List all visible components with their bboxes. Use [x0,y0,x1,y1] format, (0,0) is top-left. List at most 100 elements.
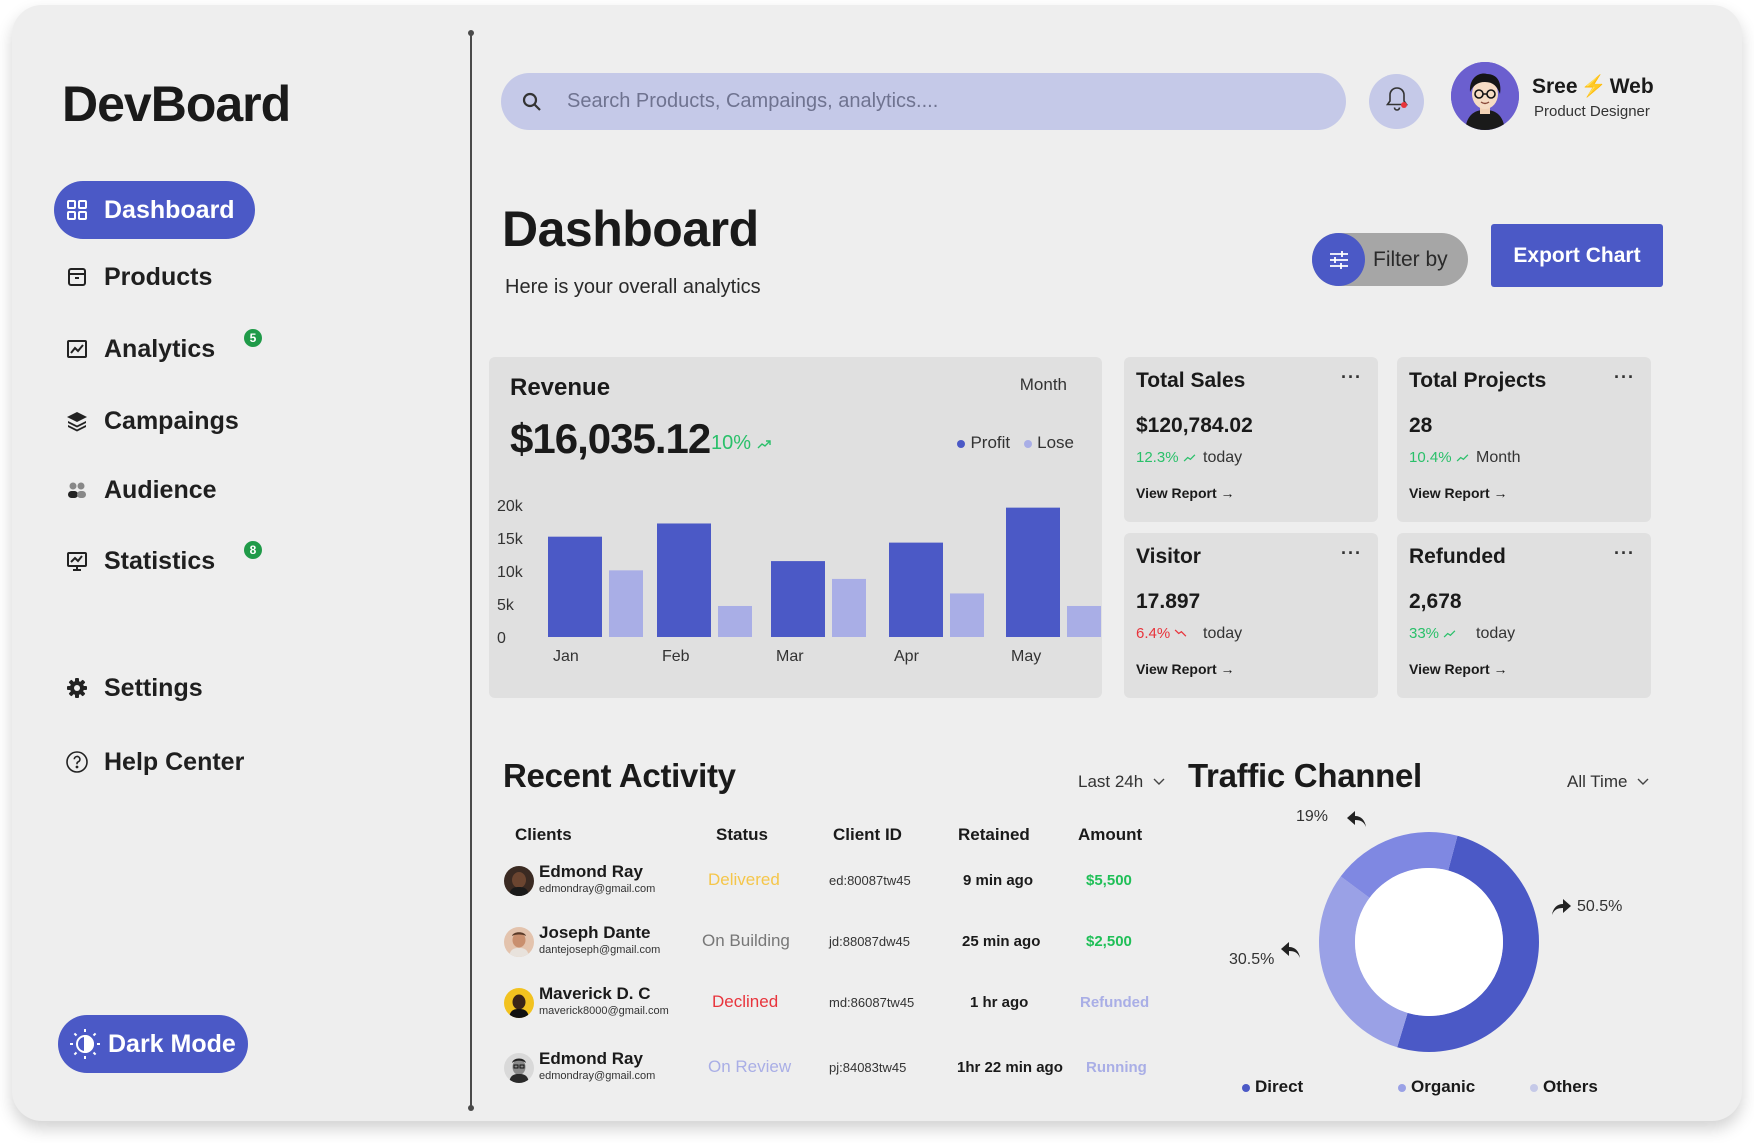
stat-period: today [1203,449,1243,466]
arrow-return-icon [1347,811,1366,827]
y-tick-label: 10k [497,564,524,581]
traffic-donut-chart [1319,832,1540,1053]
legend-direct: Direct [1242,1077,1303,1097]
sidebar-item-campaings[interactable]: Campaings [54,392,259,450]
grid-icon [64,197,90,223]
client-name: Joseph Dante [539,923,651,942]
bar-profit-feb[interactable] [657,523,711,637]
bar-lose-jan[interactable] [609,570,643,637]
revenue-card: Revenue Month $16,035.12 10% Profit Lose… [489,357,1102,698]
more-icon[interactable]: ··· [1341,543,1362,564]
sidebar-item-label: Audience [104,475,217,504]
bar-lose-apr[interactable] [950,593,984,637]
column-header-client-id: Client ID [833,825,902,844]
status-badge: On Building [702,931,790,950]
client-name: Maverick D. C [539,984,651,1003]
table-row[interactable]: Joseph Dante dantejoseph@gmail.com On Bu… [502,919,1152,969]
image-chart-icon [64,336,90,362]
view-report-link[interactable]: View Report → [1136,661,1235,677]
sidebar-item-label: Dashboard [104,195,235,224]
view-report-link[interactable]: View Report → [1136,485,1235,501]
view-report-link[interactable]: View Report → [1409,485,1508,501]
legend-others: Others [1530,1077,1598,1097]
trend-up-icon [1456,454,1469,462]
amount-value: Running [1086,1059,1147,1076]
stat-change: 12.3% [1136,449,1196,466]
users-icon [64,477,90,503]
status-badge: Declined [712,992,779,1011]
stat-card-total-sales: Total Sales ··· $120,784.02 12.3% today … [1124,357,1378,522]
amount-value: Refunded [1080,994,1150,1011]
sidebar-item-settings[interactable]: Settings [54,659,223,717]
sidebar-item-products[interactable]: Products [54,248,232,306]
column-header-amount: Amount [1078,825,1143,844]
avatar [504,988,534,1018]
sidebar-item-dashboard[interactable]: Dashboard [54,181,255,239]
organic-percent: 30.5% [1229,951,1275,968]
retained-time: 1 hr ago [970,994,1029,1011]
activity-range-select[interactable]: Last 24h [1078,772,1165,792]
stat-title: Refunded [1409,545,1506,568]
search-bar[interactable] [501,73,1346,130]
revenue-bar-chart: 0 5k 10k 15k 20k Jan Feb Mar Apr May [497,498,1101,665]
sliders-icon [1312,233,1365,286]
stat-title: Total Projects [1409,369,1547,392]
table-row[interactable]: Edmond Ray edmondray@gmail.com On Review… [502,1045,1152,1095]
bar-profit-may[interactable] [1006,507,1060,637]
page-title: Dashboard [502,201,759,257]
recent-activity-title: Recent Activity [503,757,736,794]
table-row[interactable]: Maverick D. C maverick8000@gmail.com Dec… [502,980,1152,1030]
bar-profit-mar[interactable] [771,561,825,637]
sidebar-item-statistics[interactable]: Statistics 8 [54,532,262,590]
filter-button[interactable]: Filter by [1312,233,1468,286]
others-percent: 19% [1296,808,1329,825]
x-tick-label: Apr [894,648,920,665]
client-id: ed:80087tw45 [829,873,911,888]
more-icon[interactable]: ··· [1614,543,1635,564]
search-icon [519,89,545,115]
bar-profit-apr[interactable] [889,542,943,637]
statistics-badge: 8 [244,541,262,559]
retained-time: 25 min ago [962,933,1041,950]
stat-card-total-projects: Total Projects ··· 28 10.4% Month View R… [1397,357,1651,522]
sidebar-item-analytics[interactable]: Analytics 5 [54,320,262,378]
user-role: Product Designer [1534,103,1650,120]
traffic-range-select[interactable]: All Time [1567,772,1649,792]
column-header-clients: Clients [515,825,572,844]
y-tick-label: 5k [497,597,515,614]
view-report-link[interactable]: View Report → [1409,661,1508,677]
stat-change: 33% [1409,625,1456,642]
retained-time: 1hr 22 min ago [957,1059,1063,1076]
dark-mode-toggle[interactable]: Dark Mode [58,1015,248,1073]
client-email: edmondray@gmail.com [539,1070,656,1082]
bar-lose-may[interactable] [1067,605,1101,637]
user-avatar[interactable] [1451,62,1519,130]
amount-value: $5,500 [1086,872,1132,889]
table-row[interactable]: Edmond Ray edmondray@gmail.com Delivered… [502,858,1152,908]
sidebar-item-help-center[interactable]: Help Center [54,733,264,791]
avatar [504,866,534,896]
sidebar-item-label: Settings [104,673,203,702]
stat-value: 17.897 [1136,590,1201,613]
bar-lose-feb[interactable] [718,605,752,637]
bar-lose-mar[interactable] [832,578,866,637]
sidebar-item-audience[interactable]: Audience [54,461,237,519]
amount-value: $2,500 [1086,933,1132,950]
box-icon [64,264,90,290]
export-chart-button[interactable]: Export Chart [1491,224,1663,287]
notification-button[interactable] [1369,74,1424,129]
sun-icon [66,1025,104,1063]
sidebar-item-label: Help Center [104,747,245,776]
gear-icon [64,675,90,701]
stat-change: 10.4% [1409,449,1469,466]
search-input[interactable] [567,90,1327,113]
more-icon[interactable]: ··· [1614,367,1635,388]
bar-profit-jan[interactable] [548,536,602,637]
layers-icon [64,408,90,434]
column-header-status: Status [716,825,768,844]
donut-hole [1355,868,1503,1016]
sidebar-item-label: Analytics [104,334,216,363]
stat-title: Total Sales [1136,369,1246,392]
more-icon[interactable]: ··· [1341,367,1362,388]
y-tick-label: 15k [497,531,524,548]
